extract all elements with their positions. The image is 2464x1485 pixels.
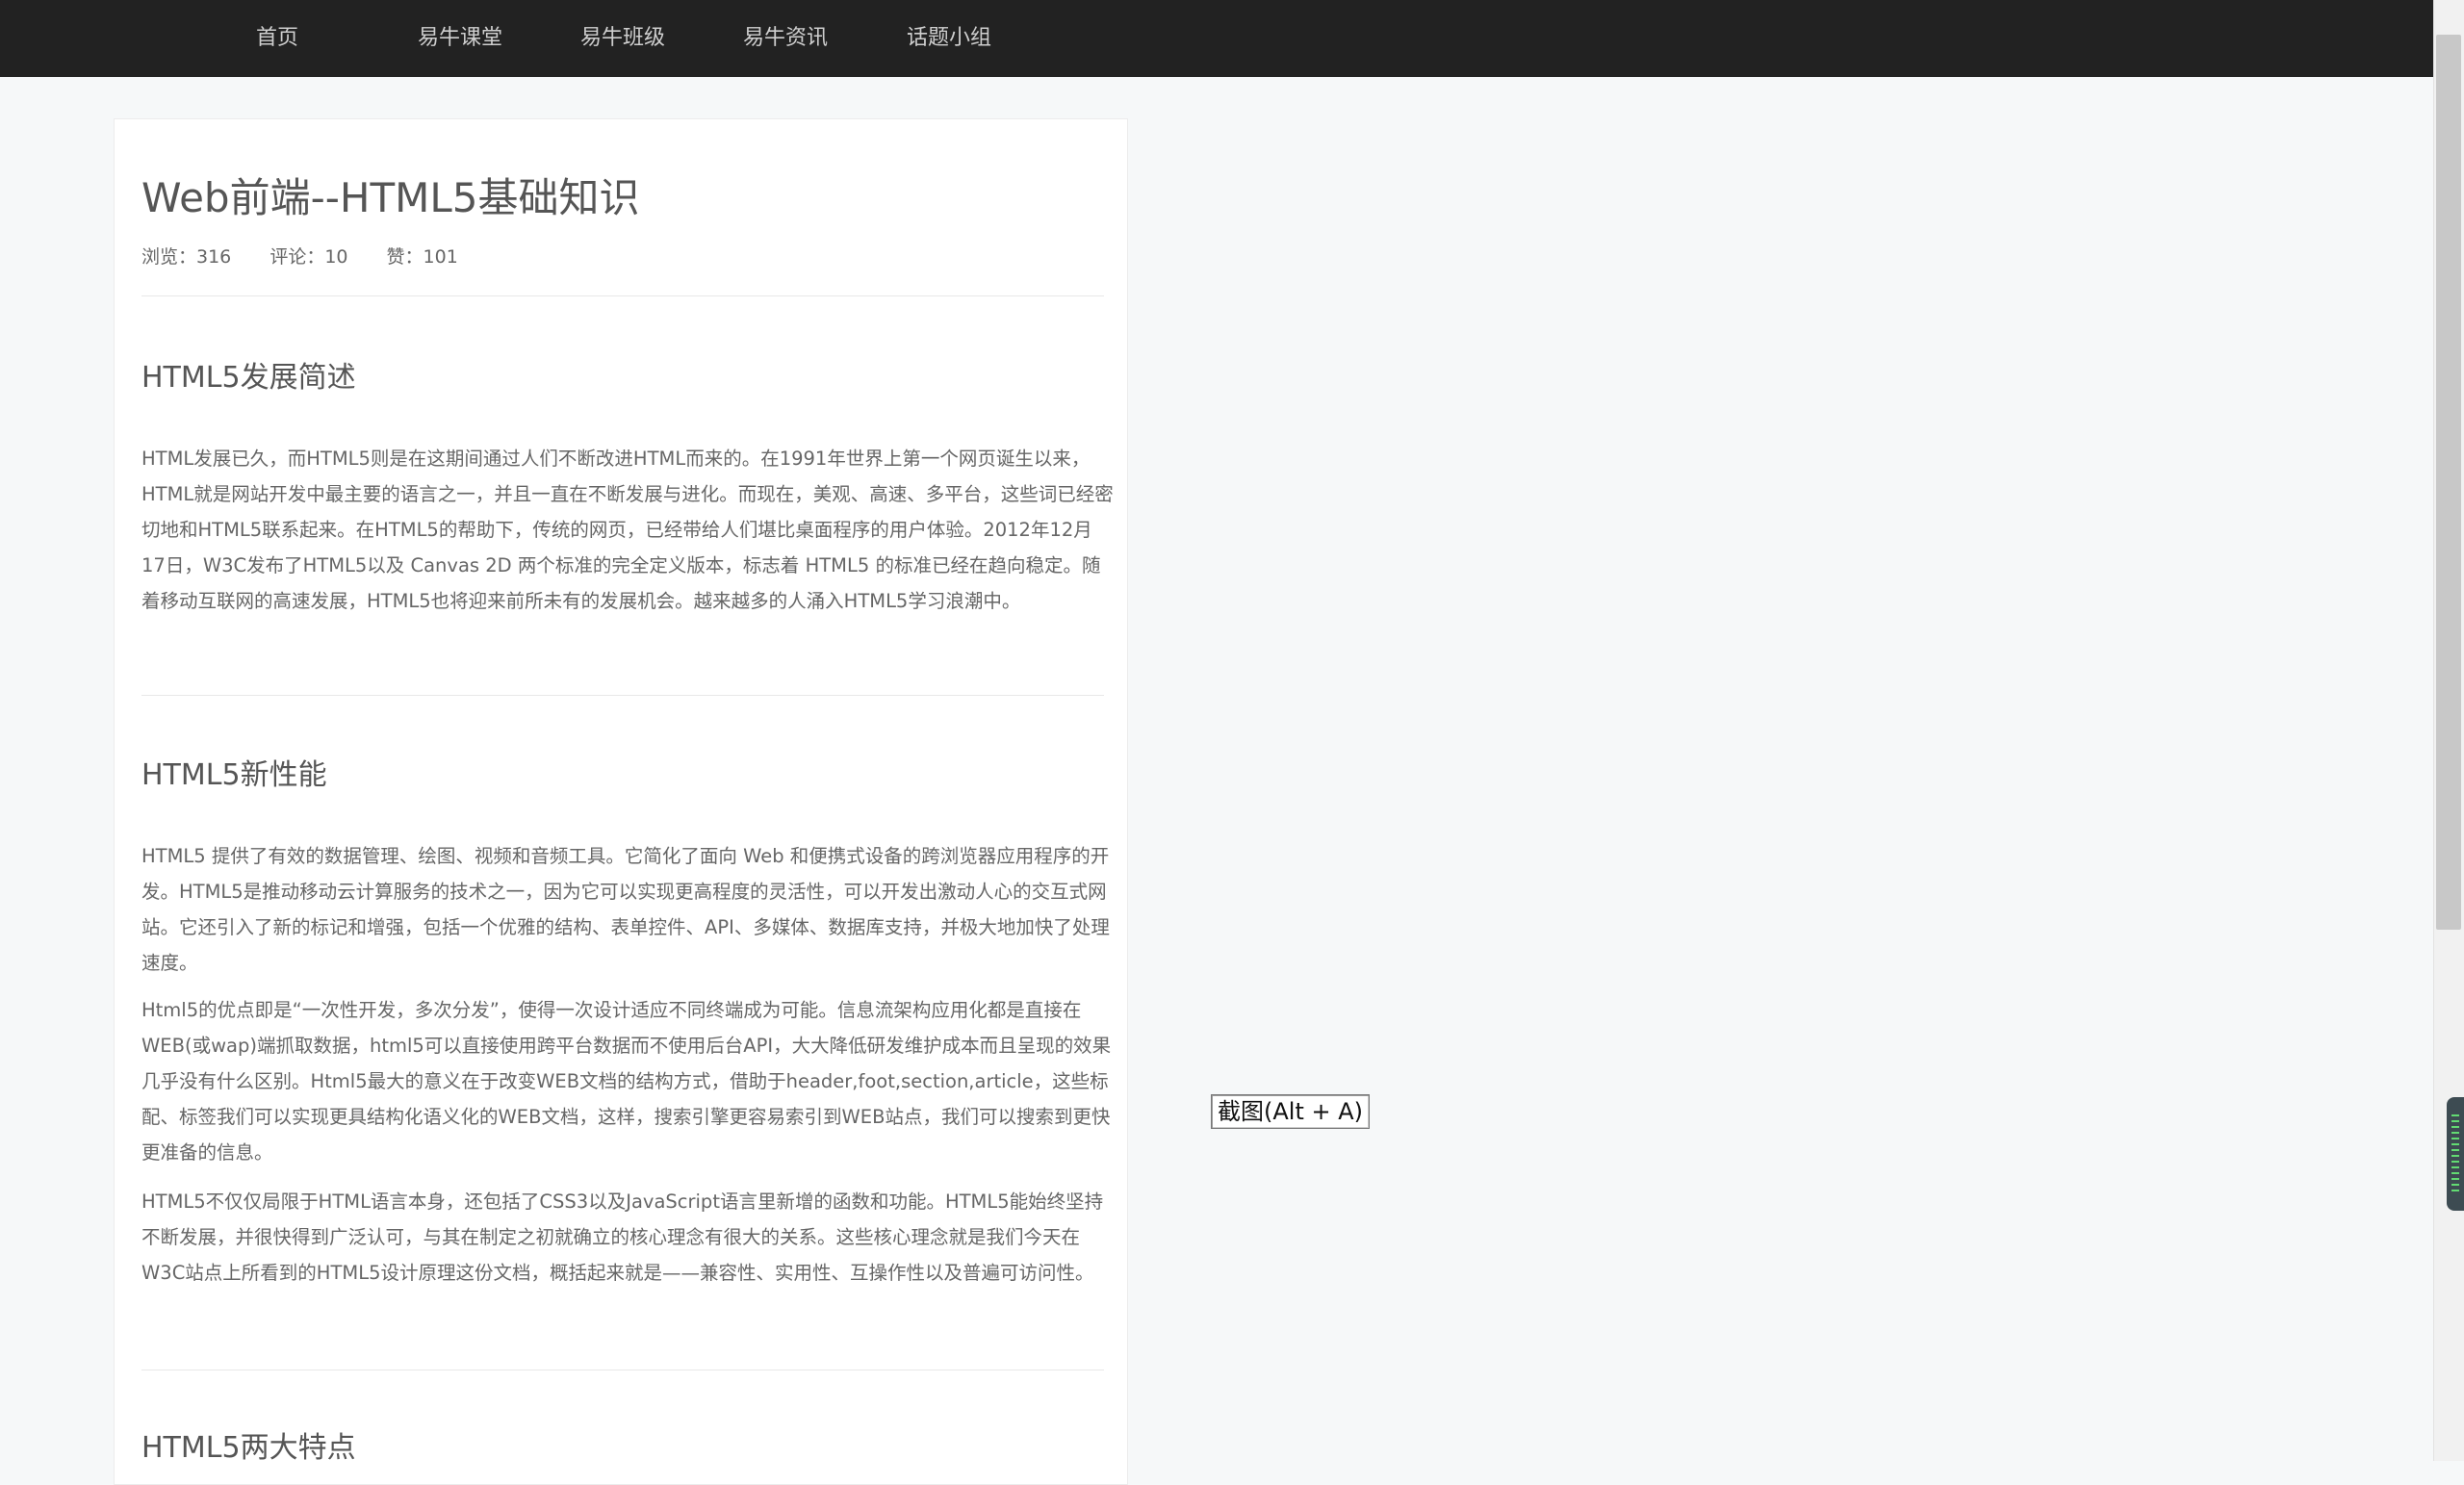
article-meta: 浏览：316 评论：10 赞：101 (141, 243, 491, 269)
top-nav-bar: 首页 易牛课堂 易牛班级 易牛资讯 话题小组 (0, 0, 2433, 77)
nav-item-news[interactable]: 易牛资讯 (743, 0, 828, 77)
signal-bars-icon (2451, 1114, 2459, 1193)
vertical-scrollbar[interactable] (2433, 0, 2464, 1461)
view-count: 浏览：316 (141, 246, 232, 268)
paragraph: HTML5 提供了有效的数据管理、绘图、视频和音频工具。它简化了面向 Web 和… (141, 845, 1110, 974)
like-count: 赞：101 (386, 246, 458, 268)
article-card: Web前端--HTML5基础知识 浏览：316 评论：10 赞：101 HTML… (114, 118, 1128, 1485)
section-heading: HTML5发展简述 (141, 361, 356, 395)
screenshot-tooltip: 截图(Alt + A) (1211, 1094, 1371, 1129)
section-heading: HTML5两大特点 (141, 1431, 356, 1465)
paragraph: Html5的优点即是“一次性开发，多次分发”，使得一次设计适应不同终端成为可能。… (141, 999, 1112, 1164)
paragraph: HTML发展已久，而HTML5则是在这期间通过人们不断改进HTML而来的。在19… (141, 448, 1114, 612)
side-widget-handle[interactable] (2447, 1097, 2464, 1211)
paragraph: HTML5不仅仅局限于HTML语言本身，还包括了CSS3以及JavaScript… (141, 1191, 1104, 1284)
comment-count: 评论：10 (270, 246, 348, 268)
header-divider (141, 295, 1104, 296)
nav-item-classroom[interactable]: 易牛课堂 (418, 0, 502, 77)
nav-item-topic-group[interactable]: 话题小组 (907, 0, 991, 77)
nav-item-home[interactable]: 首页 (256, 0, 298, 77)
section-heading: HTML5新性能 (141, 758, 327, 792)
article-title: Web前端--HTML5基础知识 (141, 174, 640, 221)
nav-item-class[interactable]: 易牛班级 (580, 0, 665, 77)
scrollbar-thumb[interactable] (2436, 35, 2461, 930)
page-body: Web前端--HTML5基础知识 浏览：316 评论：10 赞：101 HTML… (0, 77, 2433, 1485)
section-divider (141, 695, 1104, 696)
